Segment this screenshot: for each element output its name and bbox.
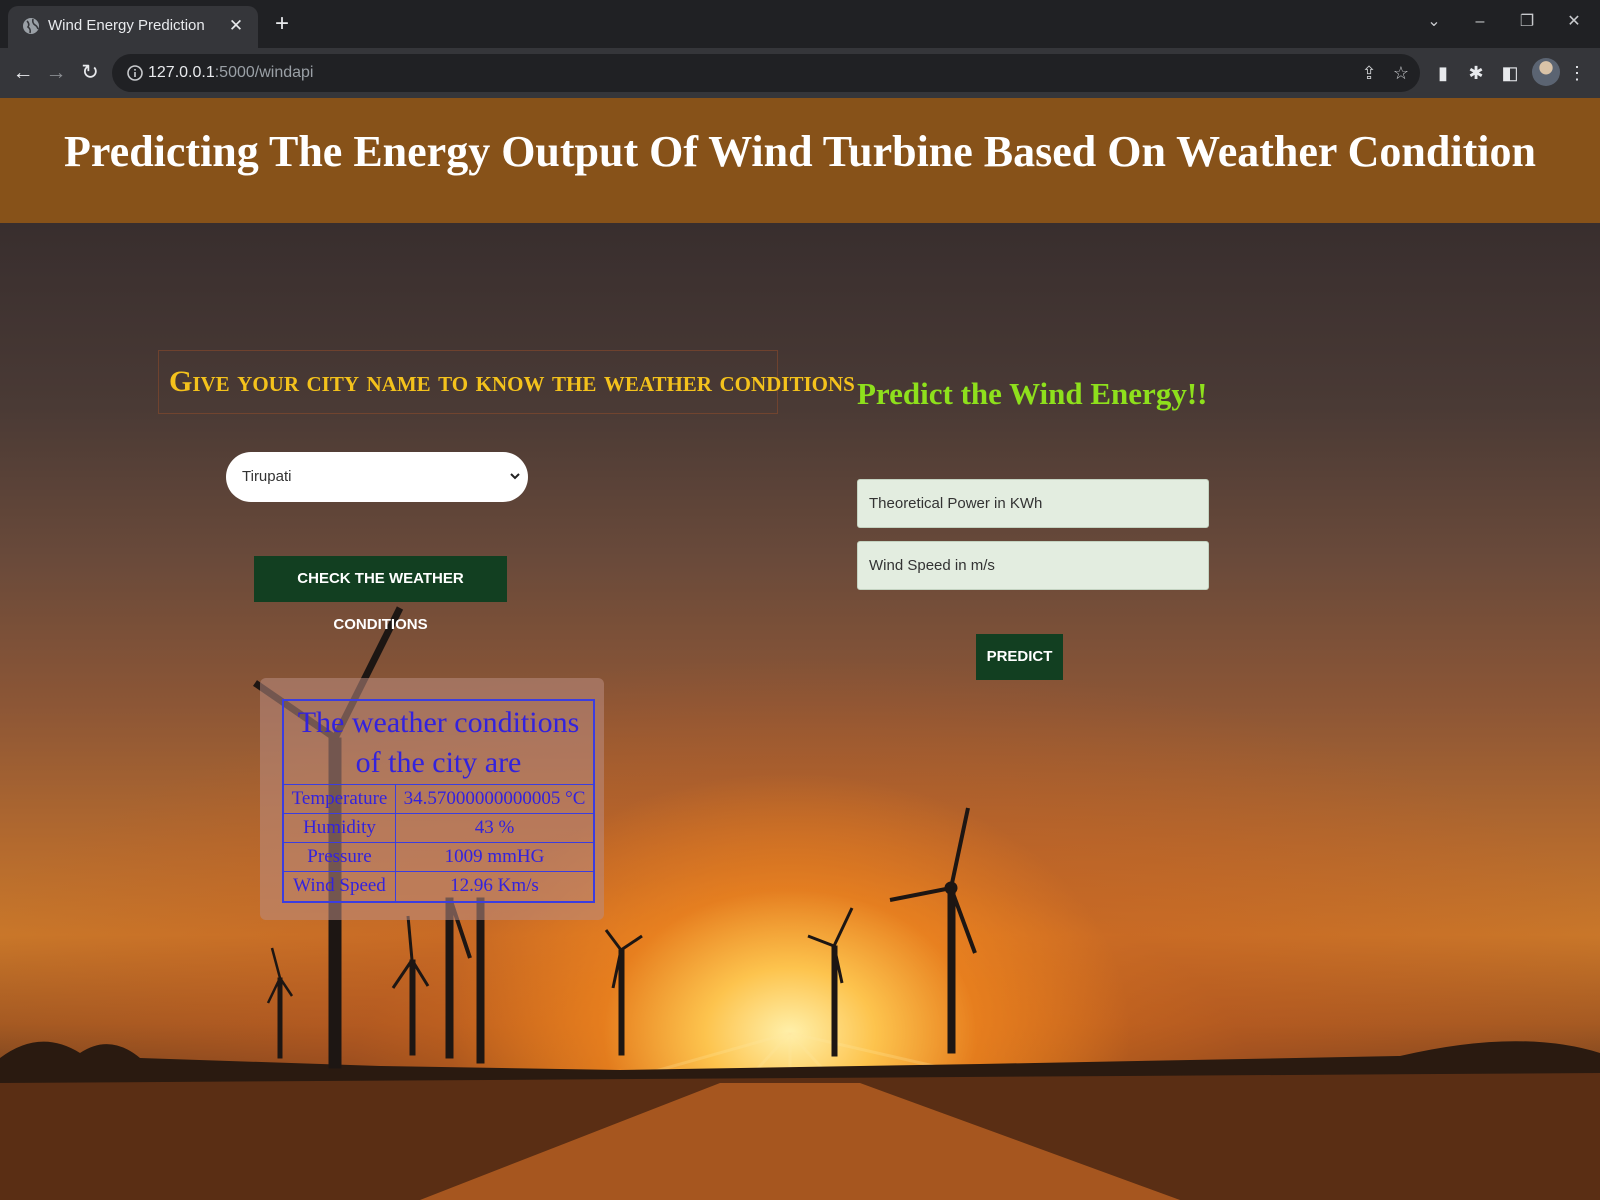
close-tab-icon[interactable]: ✕ — [226, 16, 246, 36]
globe-icon — [23, 18, 39, 34]
city-select-value: Tirupati — [242, 468, 292, 485]
table-row: Pressure 1009 mmHG — [284, 843, 593, 872]
bookmark-star-icon[interactable]: ☆ — [1390, 62, 1412, 84]
new-tab-icon[interactable]: + — [268, 10, 296, 38]
weather-label-temperature: Temperature — [284, 785, 396, 813]
predict-heading: Predict the Wind Energy!! — [857, 376, 1208, 411]
browser-tab[interactable]: Wind Energy Prediction ✕ — [8, 6, 258, 48]
forward-icon[interactable]: → — [41, 58, 71, 88]
weather-label-wind-speed: Wind Speed — [284, 872, 396, 901]
table-row: Temperature 34.57000000000005 °C — [284, 785, 593, 814]
page-body: Predicting The Energy Output Of Wind Tur… — [0, 98, 1600, 1200]
site-info-icon[interactable] — [126, 64, 144, 82]
extension-icon[interactable]: ▮ — [1430, 60, 1456, 86]
back-icon[interactable]: ← — [8, 58, 38, 88]
weather-label-pressure: Pressure — [284, 843, 396, 871]
share-icon[interactable]: ⇪ — [1358, 62, 1380, 84]
wind-speed-input[interactable]: Wind Speed in m/s — [857, 541, 1209, 590]
weather-value-pressure: 1009 mmHG — [444, 846, 545, 867]
restore-icon[interactable]: ❐ — [1511, 8, 1543, 36]
url-text: 127.0.0.1:5000/windapi — [148, 64, 314, 81]
close-window-icon[interactable]: ✕ — [1558, 8, 1590, 36]
menu-kebab-icon[interactable]: ⋮ — [1564, 60, 1590, 86]
table-row: Humidity 43 % — [284, 814, 593, 843]
browser-toolbar: ← → ↻ 127.0.0.1:5000/windapi ⇪ ☆ ▮ ✱ ◧ ⋮ — [0, 48, 1600, 98]
table-row: Wind Speed 12.96 Km/s — [284, 872, 593, 901]
address-bar[interactable]: 127.0.0.1:5000/windapi ⇪ ☆ — [112, 54, 1420, 92]
tab-search-icon[interactable]: ⌄ — [1418, 8, 1450, 36]
weather-label-humidity: Humidity — [284, 814, 396, 842]
check-weather-button[interactable]: CHECK THE WEATHER CONDITIONS — [254, 556, 507, 633]
wind-turbine-background-image — [0, 606, 1600, 1200]
predict-button[interactable]: PREDICT — [976, 634, 1063, 680]
weather-value-wind-speed: 12.96 Km/s — [450, 875, 539, 896]
browser-tabstrip: Wind Energy Prediction ✕ + ⌄ – ❐ ✕ — [0, 0, 1600, 48]
wind-speed-placeholder: Wind Speed in m/s — [869, 557, 995, 574]
puzzle-extensions-icon[interactable]: ✱ — [1463, 60, 1489, 86]
side-panel-icon[interactable]: ◧ — [1497, 60, 1523, 86]
weather-table: The weather conditions of the city are T… — [282, 699, 595, 903]
minimize-icon[interactable]: – — [1464, 8, 1496, 36]
city-select[interactable]: Tirupati — [226, 452, 528, 502]
weather-result-card: The weather conditions of the city are T… — [260, 678, 604, 920]
theoretical-power-input[interactable]: Theoretical Power in KWh — [857, 479, 1209, 528]
reload-icon[interactable]: ↻ — [75, 58, 105, 88]
weather-value-humidity: 43 % — [474, 817, 515, 838]
profile-avatar[interactable] — [1532, 58, 1560, 86]
theoretical-power-placeholder: Theoretical Power in KWh — [869, 495, 1043, 512]
tab-title: Wind Energy Prediction — [48, 17, 205, 34]
weather-heading-box: Give your city name to know the weather … — [158, 350, 855, 414]
weather-value-temperature: 34.57000000000005 °C — [403, 788, 586, 809]
weather-heading: Give your city name to know the weather … — [169, 365, 855, 398]
chevron-down-icon — [510, 473, 520, 480]
title-banner: Predicting The Energy Output Of Wind Tur… — [0, 98, 1600, 223]
page-title: Predicting The Energy Output Of Wind Tur… — [64, 127, 1536, 176]
weather-table-caption: The weather conditions of the city are — [284, 701, 593, 785]
